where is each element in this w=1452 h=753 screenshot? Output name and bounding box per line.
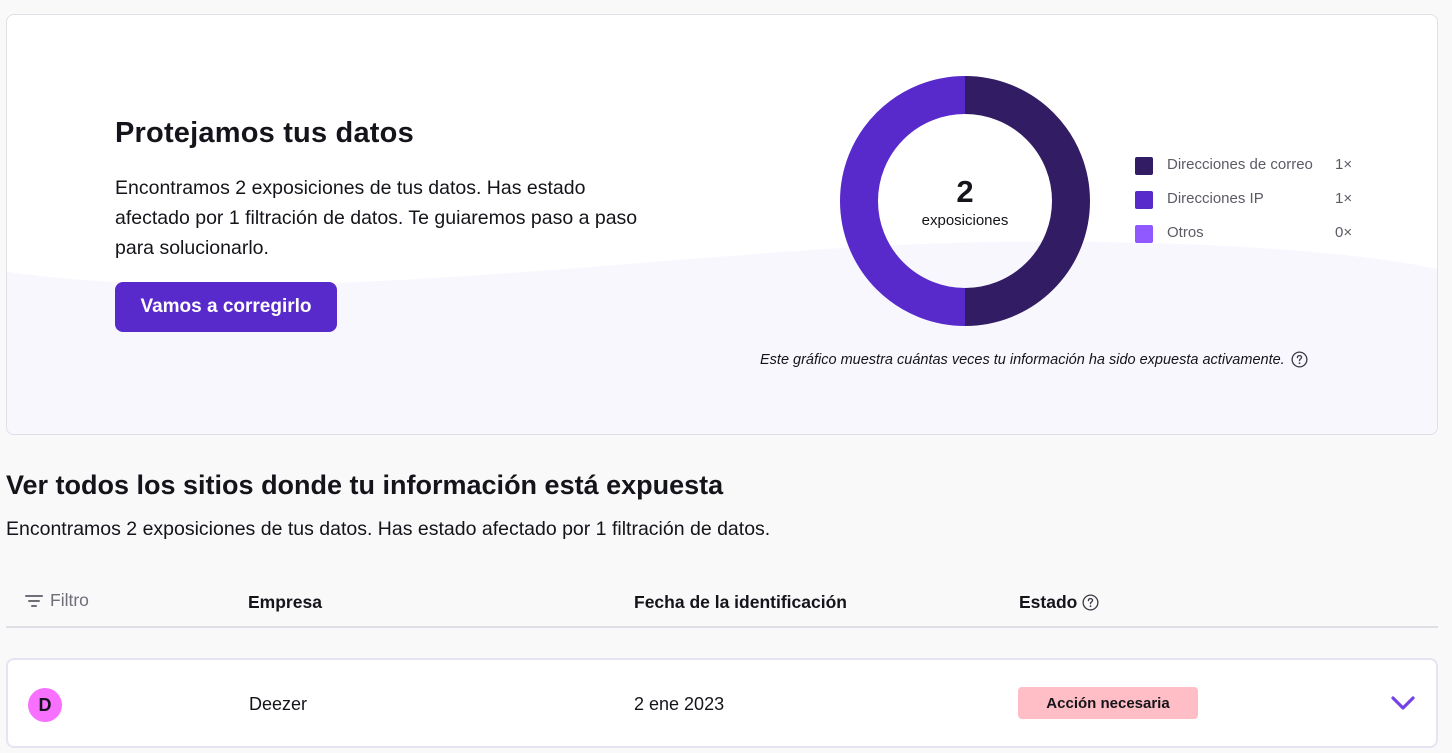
help-icon[interactable] <box>1082 594 1099 611</box>
legend-count: 1× <box>1335 190 1353 207</box>
legend-item-ip: Direcciones IP 1× <box>1135 189 1355 223</box>
exposure-donut-chart <box>840 76 1090 326</box>
filter-button[interactable]: Filtro <box>24 590 89 611</box>
table-row[interactable]: D Deezer 2 ene 2023 Acción necesaria <box>6 658 1438 748</box>
hero-title: Protejamos tus datos <box>115 117 414 149</box>
legend-swatch <box>1135 225 1153 243</box>
exposures-section-description: Encontramos 2 exposiciones de tus datos.… <box>6 518 771 540</box>
legend-item-other: Otros 0× <box>1135 223 1355 257</box>
legend-label: Direcciones de correo <box>1167 156 1313 173</box>
chart-legend: Direcciones de correo 1× Direcciones IP … <box>1135 155 1355 257</box>
exposures-table-header: Filtro Empresa Fecha de la identificació… <box>6 580 1438 628</box>
chevron-down-icon[interactable] <box>1388 693 1418 713</box>
chart-note-text: Este gráfico muestra cuántas veces tu in… <box>760 351 1285 368</box>
hero-card: Protejamos tus datos Encontramos 2 expos… <box>6 14 1438 435</box>
filter-icon <box>25 594 43 607</box>
legend-swatch <box>1135 157 1153 175</box>
column-header-company: Empresa <box>248 592 322 612</box>
donut-slice-ip <box>840 76 966 326</box>
legend-item-email: Direcciones de correo 1× <box>1135 155 1355 189</box>
status-badge: Acción necesaria <box>1018 687 1198 719</box>
help-icon[interactable] <box>1291 351 1308 368</box>
legend-label: Direcciones IP <box>1167 190 1264 207</box>
column-header-date: Fecha de la identificación <box>634 592 847 612</box>
fix-it-button[interactable]: Vamos a corregirlo <box>115 282 337 332</box>
filter-label: Filtro <box>50 590 89 610</box>
column-header-status: Estado <box>1019 592 1099 613</box>
company-avatar: D <box>28 688 62 722</box>
company-name: Deezer <box>249 694 308 714</box>
hero-description: Encontramos 2 exposiciones de tus datos.… <box>115 177 638 259</box>
identification-date: 2 ene 2023 <box>634 694 725 714</box>
status-header-label: Estado <box>1019 592 1078 612</box>
legend-label: Otros <box>1167 224 1204 241</box>
chart-note: Este gráfico muestra cuántas veces tu in… <box>760 351 1308 368</box>
legend-count: 1× <box>1335 156 1353 173</box>
legend-swatch <box>1135 191 1153 209</box>
donut-slice-email <box>964 76 1090 326</box>
exposures-section-title: Ver todos los sitios donde tu informació… <box>6 470 724 500</box>
legend-count: 0× <box>1335 224 1353 241</box>
